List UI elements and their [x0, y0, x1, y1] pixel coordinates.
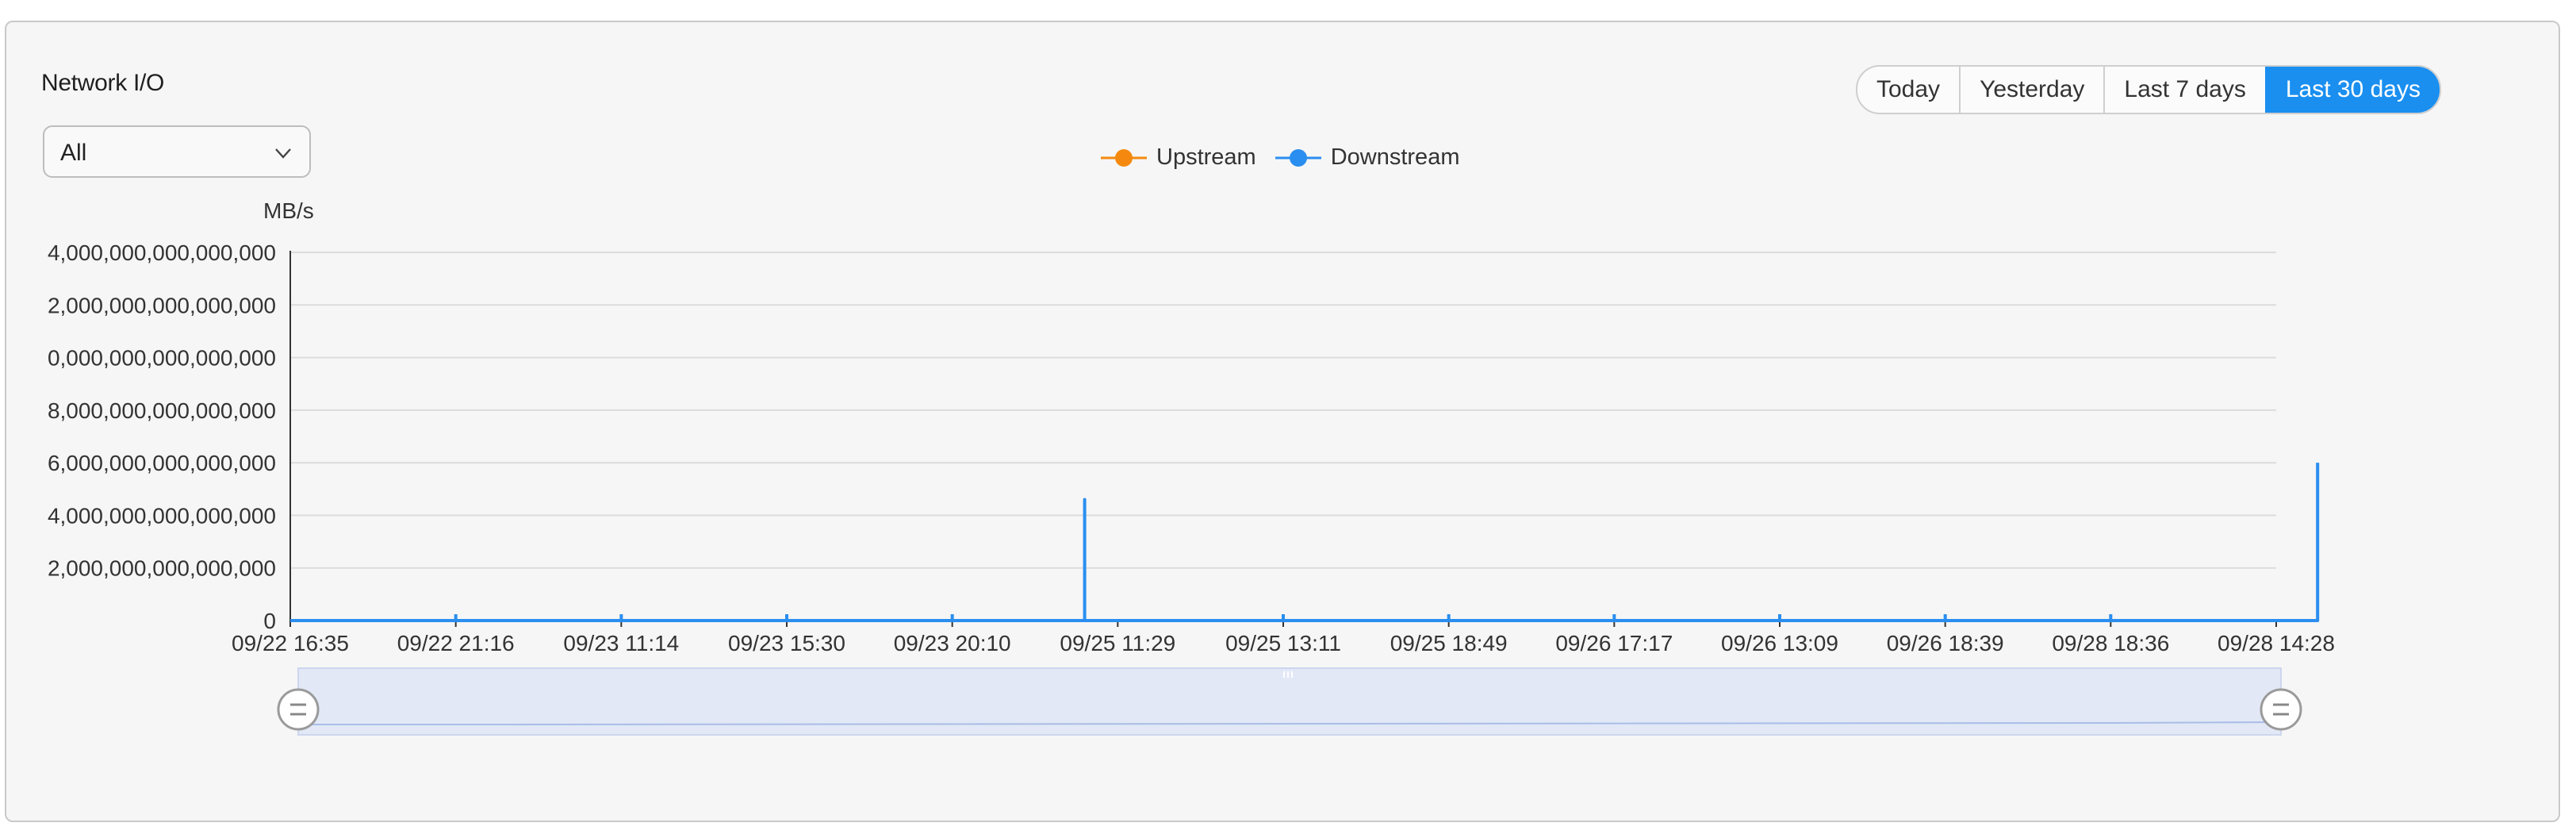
- zoom-handle-left[interactable]: [277, 688, 320, 731]
- x-tick-label: 09/25 13:11: [1225, 631, 1341, 655]
- zoom-handle-right[interactable]: [2260, 688, 2302, 731]
- downstream-point: [950, 614, 954, 621]
- x-tick-label: 09/26 13:09: [1721, 631, 1838, 655]
- downstream-point: [1612, 614, 1616, 621]
- downstream-point: [1778, 614, 1781, 621]
- x-tick-label: 09/26 17:17: [1555, 631, 1673, 655]
- series-layer: [290, 463, 2320, 622]
- downstream-point: [619, 614, 623, 621]
- y-tick-label: 8,000,000,000,000,000: [48, 398, 276, 423]
- downstream-point: [1447, 614, 1451, 621]
- downstream-point: [454, 614, 458, 621]
- x-tick-label: 09/23 15:30: [728, 631, 845, 655]
- y-tick-label: 0: [263, 609, 276, 633]
- downstream-point: [1943, 614, 1947, 621]
- y-tick-label: 2,000,000,000,000,000: [48, 556, 276, 581]
- downstream-point: [2109, 614, 2113, 621]
- y-tick-label: 0,000,000,000,000,000: [48, 346, 276, 371]
- x-tick-label: 09/25 11:29: [1060, 631, 1175, 655]
- x-tick-label: 09/26 18:39: [1887, 631, 2004, 655]
- x-tick-label: 09/23 20:10: [894, 631, 1011, 655]
- zoom-slider-grip-icon: [1283, 671, 1293, 678]
- x-tick-label: 09/22 21:16: [397, 631, 515, 655]
- y-tick-label: 4,000,000,000,000,000: [48, 503, 276, 528]
- y-axis-ticks: 4,000,000,000,000,000 2,000,000,000,000,0…: [48, 240, 276, 633]
- downstream-point: [785, 614, 788, 621]
- x-tick-label: 09/22 16:35: [232, 631, 349, 655]
- y-tick-label: 2,000,000,000,000,000: [48, 293, 276, 317]
- zoom-slider[interactable]: [277, 667, 2302, 736]
- x-tick-label: 09/28 14:28: [2218, 631, 2335, 655]
- x-tick-label: 09/23 11:14: [563, 631, 679, 655]
- grid-lines: [290, 252, 2276, 569]
- x-tick-label: 09/25 18:49: [1390, 631, 1508, 655]
- y-tick-label: 6,000,000,000,000,000: [48, 451, 276, 475]
- network-io-chart: 4,000,000,000,000,000 2,000,000,000,000,0…: [48, 240, 2335, 736]
- y-tick-label: 4,000,000,000,000,000: [48, 240, 276, 265]
- downstream-point: [1282, 614, 1285, 621]
- x-axis-ticks: 09/22 16:35 09/22 21:16 09/23 11:14 09/23 1…: [232, 621, 2335, 655]
- downstream-series-line: [290, 463, 2320, 622]
- x-tick-label: 09/28 18:36: [2052, 631, 2169, 655]
